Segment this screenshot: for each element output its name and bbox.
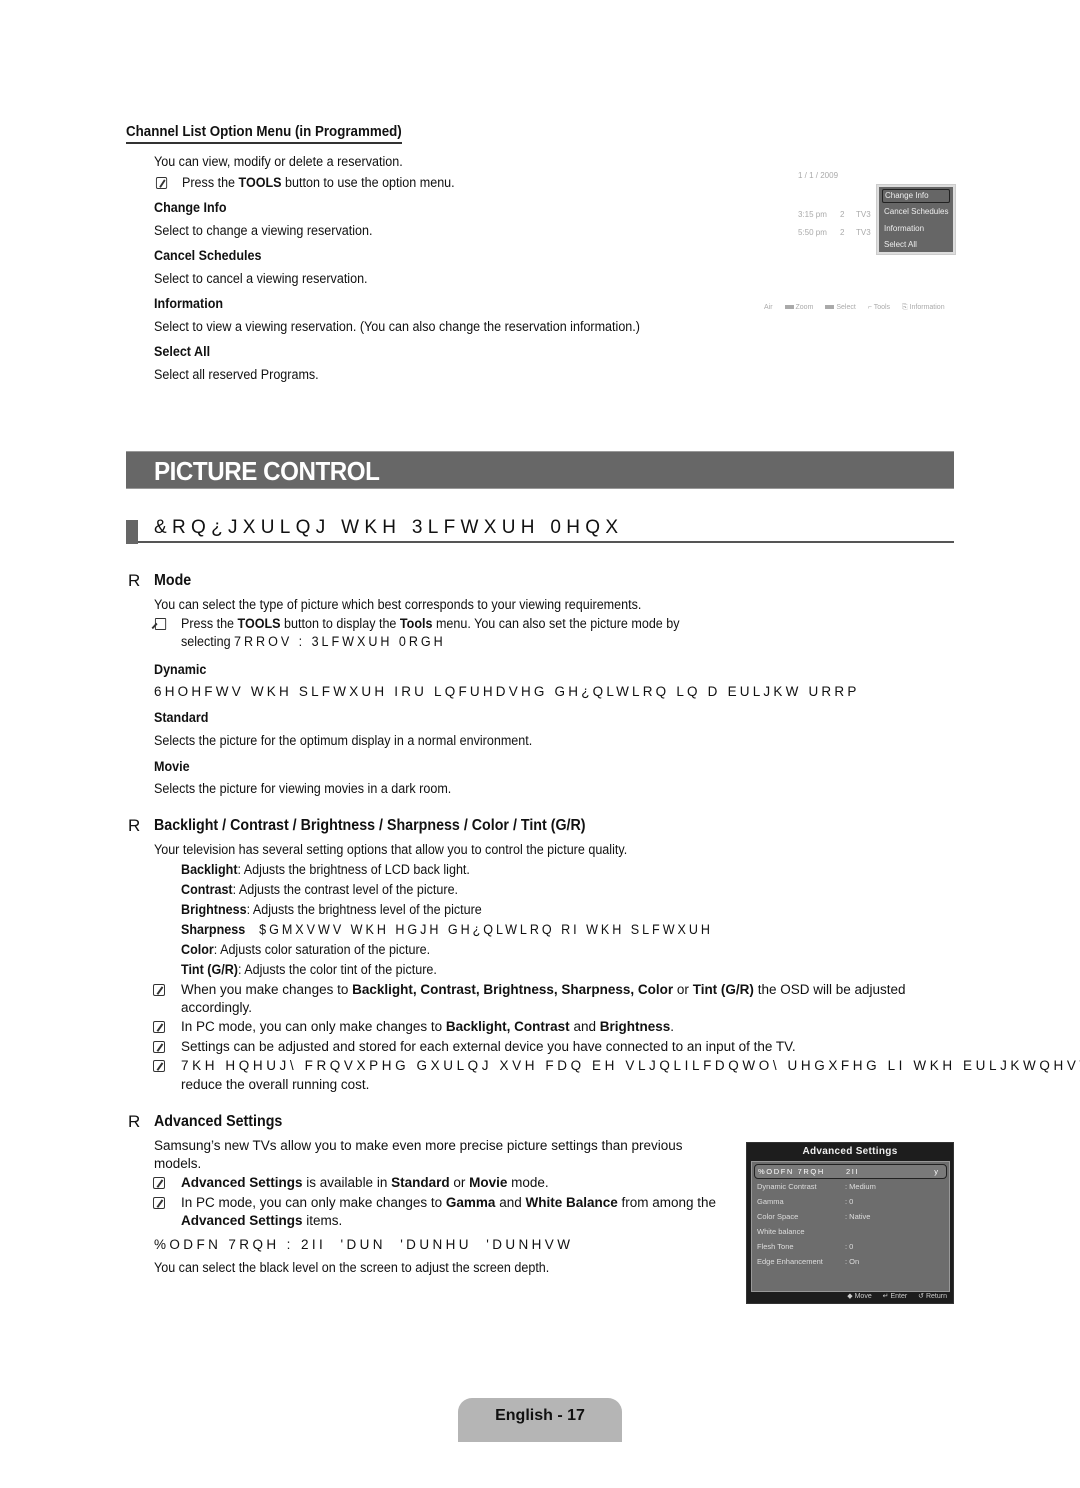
yellow-key-icon xyxy=(825,304,835,309)
tv-menu-item-cancel-schedules[interactable]: Cancel Schedules xyxy=(882,205,950,222)
section-heading: &RQ¿JXULQJ WKH 3LFWXUH 0HQX xyxy=(126,515,954,544)
tv-menu-item-select-all[interactable]: Select All xyxy=(882,238,950,255)
advanced-intro: Samsung’s new TVs allow you to make even… xyxy=(154,1138,683,1153)
option-title-information: Information xyxy=(154,296,224,311)
tv-schedule-row: 5:50 pm 2 TV3 xyxy=(798,228,871,237)
section-title: &RQ¿JXULQJ WKH 3LFWXUH 0HQX xyxy=(154,517,624,538)
setting-tint: Tint (G/R): Adjusts the color tint of th… xyxy=(181,962,437,977)
tv-menu-item-change-info[interactable]: Change Info xyxy=(882,189,950,203)
osd-enter-hint: ↵ Enter xyxy=(882,1293,908,1300)
page-number: English - 17 xyxy=(495,1407,585,1424)
mode-title-movie: Movie xyxy=(154,759,190,774)
setting-color: Color: Adjusts color saturation of the p… xyxy=(181,942,431,957)
option-menu-intro: You can view, modify or delete a reserva… xyxy=(154,154,403,169)
info-icon: ⎘ xyxy=(902,304,908,311)
osd-row-white-balance[interactable]: White balance xyxy=(754,1225,947,1240)
advanced-settings-heading: R Advanced Settings xyxy=(128,1112,283,1131)
mode-title-dynamic: Dynamic xyxy=(154,662,207,677)
mode-tools-note: Press the TOOLS button to display the To… xyxy=(154,616,680,631)
mode-desc-dynamic: 6HOHFWV WKH SLFWXUH IRU LQFUHDVHG GH¿QLW… xyxy=(154,684,860,699)
mode-heading: R Mode xyxy=(128,571,192,590)
tv-schedule-row: 3:15 pm 2 TV3 xyxy=(798,210,871,219)
bullet-icon: R xyxy=(128,816,141,835)
mode-tools-note-line2: selecting 7RROV : 3LFWXUH 0RGH xyxy=(181,634,446,649)
dropdown-arrow-icon: y xyxy=(934,1167,938,1176)
note-icon xyxy=(153,1021,165,1033)
mode-title-standard: Standard xyxy=(154,710,209,725)
green-key-icon xyxy=(784,304,794,309)
note-icon xyxy=(153,1177,165,1189)
picture-control-banner: PICTURE CONTROL xyxy=(126,451,954,489)
page-number-tab: English - 17 xyxy=(458,1398,622,1442)
backlight-note-osd: When you make changes to Backlight, Cont… xyxy=(153,982,906,997)
backlight-note-osd-line2: accordingly. xyxy=(181,1000,253,1015)
tools-icon: ⌐ xyxy=(867,304,872,311)
setting-backlight: Backlight: Adjusts the brightness of LCD… xyxy=(181,862,470,877)
setting-brightness: Brightness: Adjusts the brightness level… xyxy=(181,902,482,917)
osd-title: Advanced Settings xyxy=(802,1146,898,1157)
note-icon xyxy=(153,1197,165,1209)
tv-screen-date: 1 / 1 / 2009 xyxy=(798,171,839,180)
banner-title: PICTURE CONTROL xyxy=(154,456,380,486)
option-desc-cancel-schedules: Select to cancel a viewing reservation. xyxy=(154,271,368,286)
advanced-intro-line2: models. xyxy=(154,1156,202,1171)
note-icon xyxy=(153,984,165,996)
tv-menu-item-information[interactable]: Information xyxy=(882,222,950,239)
advanced-note-pc-mode-line2: Advanced Settings items. xyxy=(181,1213,343,1228)
bullet-icon: R xyxy=(128,1112,141,1131)
option-title-change-info: Change Info xyxy=(154,200,227,215)
setting-sharpness: Sharpness $GMXVWV WKH HGJH GH¿QLWLRQ RI … xyxy=(181,922,713,937)
osd-move-hint: ◆ Move xyxy=(847,1293,872,1300)
osd-footer: ◆ Move ↵ Enter ↺ Return xyxy=(838,1292,947,1300)
backlight-note-energy-line2: reduce the overall running cost. xyxy=(181,1077,370,1092)
mode-desc-movie: Selects the picture for viewing movies i… xyxy=(154,781,452,796)
backlight-heading: R Backlight / Contrast / Brightness / Sh… xyxy=(128,816,586,835)
tools-icon xyxy=(154,618,167,630)
note-icon xyxy=(155,177,168,189)
backlight-intro: Your television has several setting opti… xyxy=(154,842,628,857)
tv-option-menu: Change Info Cancel Schedules Information… xyxy=(877,185,955,254)
note-icon xyxy=(153,1060,165,1072)
osd-row-gamma[interactable]: Gamma: 0 xyxy=(754,1195,947,1210)
option-desc-select-all: Select all reserved Programs. xyxy=(154,367,319,382)
section-marker xyxy=(126,520,138,544)
mode-intro: You can select the type of picture which… xyxy=(154,597,642,612)
osd-row-edge-enhancement[interactable]: Edge Enhancement: On xyxy=(754,1255,947,1270)
advanced-note-availability: Advanced Settings is available in Standa… xyxy=(153,1175,549,1190)
advanced-settings-osd: Advanced Settings %ODFN 7RQH 2II y Dynam… xyxy=(746,1142,954,1304)
backlight-note-energy: 7KH HQHUJ\ FRQVXPHG GXULQJ XVH FDQ EH VL… xyxy=(153,1058,1080,1073)
black-tone-desc: You can select the black level on the sc… xyxy=(154,1260,550,1275)
advanced-note-pc-mode: In PC mode, you can only make changes to… xyxy=(153,1195,716,1210)
tools-note: Press the TOOLS button to use the option… xyxy=(155,175,455,190)
note-icon xyxy=(153,1041,165,1053)
option-desc-change-info: Select to change a viewing reservation. xyxy=(154,223,373,238)
osd-row-flesh-tone[interactable]: Flesh Tone: 0 xyxy=(754,1240,947,1255)
osd-row-dynamic-contrast[interactable]: Dynamic Contrast: Medium xyxy=(754,1180,947,1195)
backlight-note-pc-mode: In PC mode, you can only make changes to… xyxy=(153,1019,674,1034)
backlight-note-external-device: Settings can be adjusted and stored for … xyxy=(153,1039,796,1054)
channel-list-option-heading: Channel List Option Menu (in Programmed) xyxy=(126,124,402,144)
osd-return-hint: ↺ Return xyxy=(918,1293,947,1300)
option-title-select-all: Select All xyxy=(154,344,211,359)
option-title-cancel-schedules: Cancel Schedules xyxy=(154,248,262,263)
bullet-icon: R xyxy=(128,571,141,590)
tv-screen-footer: Air Zoom Select ⌐ Tools ⎘ Information xyxy=(764,304,945,311)
option-desc-information: Select to view a viewing reservation. (Y… xyxy=(154,319,640,334)
setting-contrast: Contrast: Adjusts the contrast level of … xyxy=(181,882,459,897)
osd-menu: %ODFN 7RQH 2II y Dynamic Contrast: Mediu… xyxy=(751,1161,950,1292)
osd-row-color-space[interactable]: Color Space: Native xyxy=(754,1210,947,1225)
osd-row-black-tone[interactable]: %ODFN 7RQH 2II y xyxy=(754,1164,947,1179)
black-tone-title: %ODFN 7RQH : 2II 'DUN 'DUNHU 'DUNHVW xyxy=(154,1237,574,1252)
mode-desc-standard: Selects the picture for the optimum disp… xyxy=(154,733,533,748)
